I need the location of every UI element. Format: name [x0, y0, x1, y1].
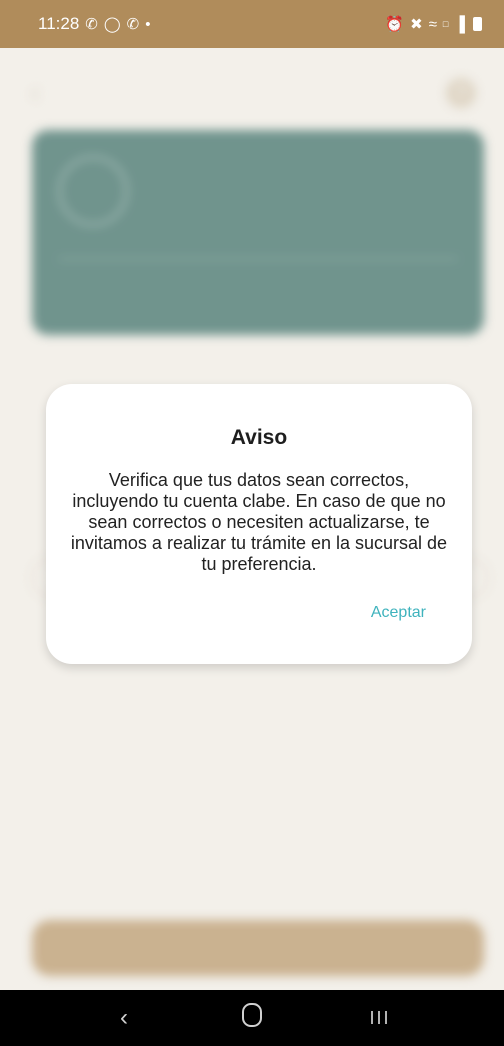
dialog-message: Verifica que tus datos sean correctos, i…: [70, 470, 448, 574]
phone-icon: ✆: [85, 15, 98, 33]
navigation-bar: ‹ III: [0, 990, 504, 1046]
battery-icon: [473, 17, 482, 31]
status-right: ⏰ ✖ ≈ □ ▐: [385, 17, 482, 32]
status-bar: 11:28 ✆ ◯ ✆ • ⏰ ✖ ≈ □ ▐: [0, 0, 504, 48]
home-icon[interactable]: [222, 1002, 282, 1034]
dot-icon: •: [145, 15, 151, 33]
status-time: 11:28: [38, 14, 80, 33]
accept-button[interactable]: Aceptar: [371, 604, 426, 622]
whatsapp-icon: ◯: [103, 15, 121, 33]
recents-icon[interactable]: III: [350, 1008, 410, 1029]
phone-icon: ✆: [126, 15, 140, 33]
wifi-icon: ≈: [428, 15, 437, 33]
back-icon[interactable]: ‹: [94, 1004, 154, 1032]
signal-icon: ▐: [454, 15, 465, 33]
screen: 11:28 ✆ ◯ ✆ • ⏰ ✖ ≈ □ ▐ ‹ ? Aviso Verifi…: [0, 0, 504, 1046]
volte-icon: □: [442, 18, 449, 29]
notice-dialog: Aviso Verifica que tus datos sean correc…: [46, 384, 472, 664]
mute-icon: ✖: [410, 15, 423, 33]
alarm-icon: ⏰: [385, 15, 405, 33]
status-left: 11:28 ✆ ◯ ✆ •: [38, 14, 151, 34]
dialog-title: Aviso: [230, 426, 288, 449]
